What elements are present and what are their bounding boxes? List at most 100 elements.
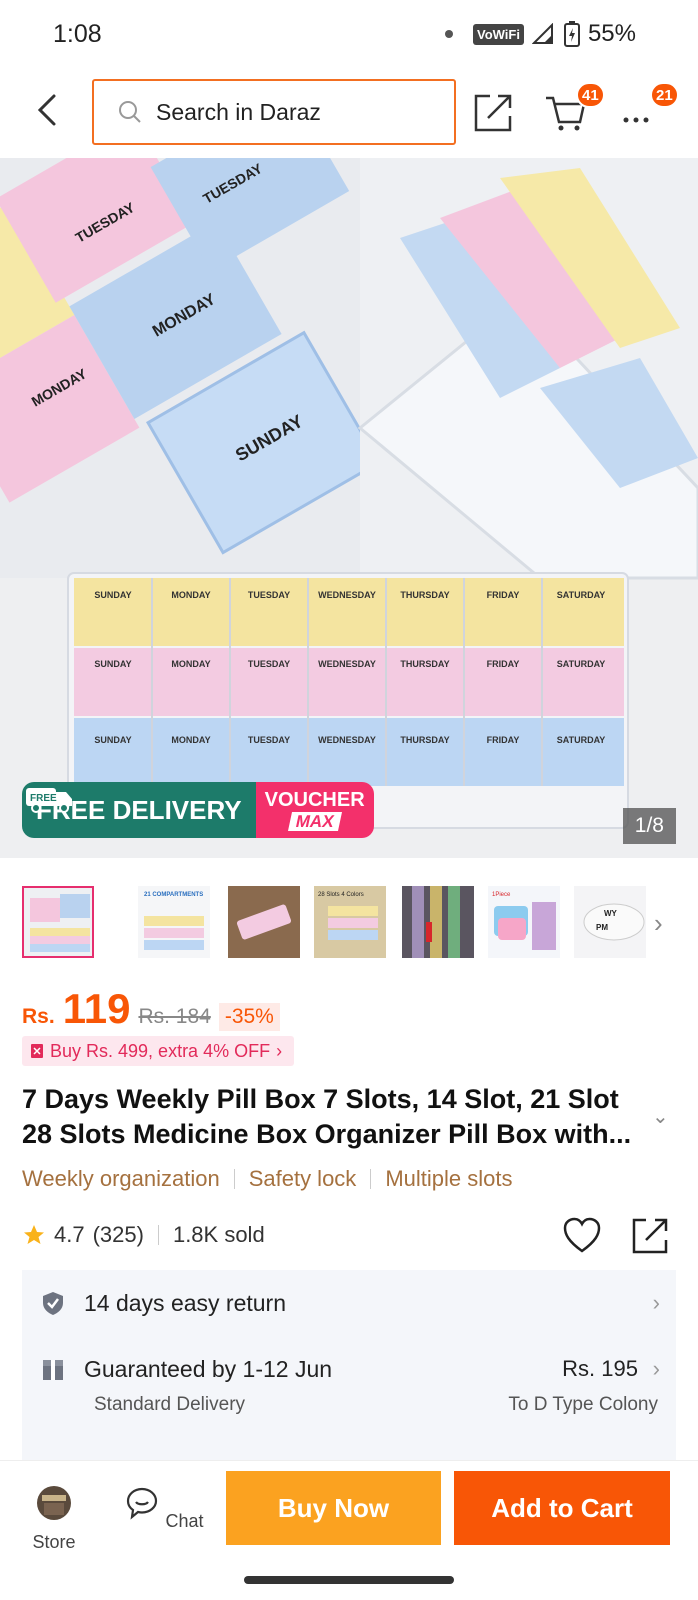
- share-button[interactable]: [472, 90, 516, 134]
- rating-row[interactable]: 4.7 (325) 1.8K sold: [22, 1222, 265, 1248]
- svg-text:WY: WY: [604, 909, 618, 918]
- add-to-cart-button[interactable]: Add to Cart: [454, 1471, 670, 1545]
- svg-text:FRIDAY: FRIDAY: [487, 735, 520, 745]
- share-icon: [632, 1218, 668, 1254]
- review-count: (325): [92, 1222, 144, 1247]
- product-title: 7 Days Weekly Pill Box 7 Slots, 14 Slot,…: [22, 1084, 632, 1149]
- top-header: Search in Daraz 41 21: [0, 76, 698, 148]
- price-row: Rs. 119 Rs. 184 -35%: [22, 985, 280, 1033]
- thumbnail-5[interactable]: [402, 886, 474, 958]
- svg-text:WEDNESDAY: WEDNESDAY: [318, 735, 376, 745]
- store-label: Store: [32, 1532, 76, 1552]
- heart-icon: [563, 1217, 601, 1253]
- search-placeholder: Search in Daraz: [156, 98, 321, 125]
- voucher-max-label: VOUCHER MAX: [255, 782, 374, 838]
- svg-text:1Piece: 1Piece: [492, 892, 511, 898]
- chevron-left-icon: [37, 94, 56, 126]
- svg-text:MONDAY: MONDAY: [171, 659, 210, 669]
- currency-label: Rs.: [22, 1005, 55, 1028]
- voucher-icon: [31, 1044, 43, 1058]
- chevron-right-icon: ›: [652, 1356, 660, 1381]
- sold-count: 1.8K sold: [172, 1222, 265, 1247]
- back-button[interactable]: [30, 90, 66, 130]
- status-time: 1:08: [53, 20, 102, 48]
- cart-button[interactable]: 41: [544, 82, 605, 134]
- delivery-type: Standard Delivery: [94, 1394, 246, 1415]
- tag-divider: [370, 1169, 372, 1189]
- status-icons: VoWiFi 55%: [444, 20, 636, 48]
- chat-icon: [127, 1487, 158, 1520]
- svg-text:MONDAY: MONDAY: [171, 590, 210, 600]
- wishlist-button[interactable]: [562, 1216, 602, 1256]
- svg-text:SUNDAY: SUNDAY: [94, 735, 131, 745]
- free-delivery-label: FREE FREE DELIVERY: [22, 782, 256, 838]
- svg-text:FREE: FREE: [30, 793, 57, 804]
- thumbnail-strip: 21 COMPARTMENTS 28 Slots 4 Colors 1Piece…: [0, 886, 698, 960]
- service-info-card: 14 days easy return › Guaranteed by 1-12…: [22, 1270, 676, 1460]
- svg-text:WEDNESDAY: WEDNESDAY: [318, 590, 376, 600]
- delivery-row[interactable]: Guaranteed by 1-12 Jun Rs. 195 › Standar…: [22, 1336, 676, 1456]
- thumbnail-6[interactable]: 1Piece: [488, 886, 560, 958]
- notification-dot-icon: [444, 30, 453, 38]
- tag-item: Weekly organization: [22, 1166, 220, 1191]
- store-button[interactable]: Store: [14, 1485, 94, 1553]
- store-icon: [37, 1486, 71, 1520]
- thumbnail-1[interactable]: [22, 886, 94, 958]
- svg-text:PM: PM: [596, 923, 608, 932]
- star-icon: [24, 1225, 44, 1244]
- delivery-box-icon: [43, 1360, 63, 1380]
- voucher-text: VOUCHER: [264, 788, 365, 811]
- delivery-truck-icon: FREE: [26, 788, 72, 813]
- thumbnail-7[interactable]: WY PM: [574, 886, 646, 958]
- product-image-carousel[interactable]: TUESDAY MONDAY TUESDAY MONDAY SUNDAY SUN…: [0, 158, 698, 858]
- return-policy-text: 14 days easy return: [84, 1290, 287, 1316]
- expand-title-chevron-icon[interactable]: ⌄: [652, 1104, 669, 1129]
- thumbnail-3[interactable]: [228, 886, 300, 958]
- voucher-max-text: MAX: [287, 811, 342, 831]
- promo-text: Buy Rs. 499, extra 4% OFF: [50, 1040, 271, 1061]
- svg-text:WEDNESDAY: WEDNESDAY: [318, 659, 376, 669]
- promo-voucher-chip[interactable]: Buy Rs. 499, extra 4% OFF ›: [22, 1036, 295, 1066]
- battery-percent: 55%: [587, 20, 636, 47]
- search-input[interactable]: Search in Daraz: [92, 79, 456, 145]
- svg-text:TUESDAY: TUESDAY: [248, 659, 290, 669]
- home-indicator[interactable]: [244, 1576, 454, 1584]
- return-policy-row[interactable]: 14 days easy return ›: [22, 1270, 676, 1336]
- buy-now-button[interactable]: Buy Now: [226, 1471, 441, 1545]
- product-tags: Weekly organization Safety lock Multiple…: [22, 1166, 512, 1192]
- share-product-button[interactable]: [630, 1214, 672, 1256]
- tag-item: Multiple slots: [385, 1166, 513, 1191]
- signal-icon: [531, 23, 553, 44]
- svg-text:21 COMPARTMENTS: 21 COMPARTMENTS: [144, 892, 203, 898]
- delivery-location: To D Type Colony: [508, 1394, 658, 1415]
- chevron-right-icon: ›: [276, 1040, 283, 1061]
- svg-text:THURSDAY: THURSDAY: [400, 735, 449, 745]
- svg-text:MONDAY: MONDAY: [171, 735, 210, 745]
- svg-text:SUNDAY: SUNDAY: [94, 659, 131, 669]
- chat-button[interactable]: Chat: [124, 1485, 204, 1532]
- bottom-action-bar: Store Chat Buy Now Add to Cart: [0, 1460, 698, 1560]
- svg-text:THURSDAY: THURSDAY: [400, 590, 449, 600]
- product-photo: TUESDAY MONDAY TUESDAY MONDAY SUNDAY SUN…: [0, 158, 698, 829]
- chevron-right-icon: ›: [652, 1290, 660, 1315]
- thumbnail-next-arrow-icon[interactable]: ›: [654, 908, 663, 939]
- divider: [157, 1225, 159, 1245]
- svg-text:FRIDAY: FRIDAY: [487, 590, 520, 600]
- share-icon: [474, 94, 512, 132]
- more-button[interactable]: 21: [618, 82, 679, 134]
- svg-text:TUESDAY: TUESDAY: [248, 735, 290, 745]
- svg-text:SUNDAY: SUNDAY: [94, 590, 131, 600]
- rating-value: 4.7: [54, 1222, 85, 1247]
- search-icon: [119, 101, 141, 123]
- svg-text:THURSDAY: THURSDAY: [400, 659, 449, 669]
- svg-text:SATURDAY: SATURDAY: [557, 659, 606, 669]
- thumbnail-2[interactable]: 21 COMPARTMENTS: [138, 886, 210, 958]
- shield-check-icon: [43, 1292, 63, 1315]
- chat-label: Chat: [165, 1511, 204, 1531]
- svg-text:SATURDAY: SATURDAY: [557, 735, 606, 745]
- thumbnail-4[interactable]: 28 Slots 4 Colors: [314, 886, 386, 958]
- svg-text:28 Slots 4 Colors: 28 Slots 4 Colors: [318, 892, 364, 898]
- free-delivery-banner[interactable]: FREE FREE DELIVERY VOUCHER MAX: [22, 782, 374, 838]
- delivery-price: Rs. 195: [562, 1356, 638, 1381]
- current-price: 119: [62, 985, 131, 1032]
